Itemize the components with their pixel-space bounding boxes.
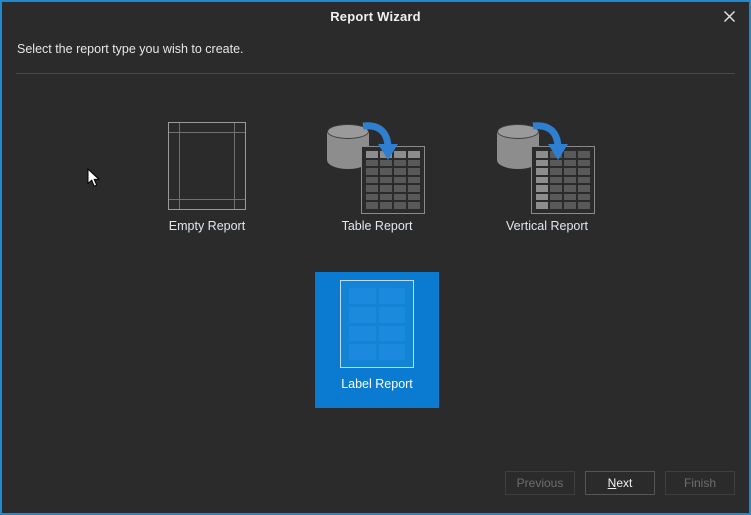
header-divider — [16, 73, 735, 74]
report-type-empty[interactable]: Empty Report — [145, 114, 269, 250]
report-type-vertical[interactable]: Vertical Report — [485, 114, 609, 250]
finish-button[interactable]: Finish — [665, 471, 735, 495]
database-to-vertical-table-icon — [485, 114, 609, 218]
report-type-label: Empty Report — [168, 219, 246, 233]
blank-page-icon — [145, 114, 269, 218]
data-flow-arrow-icon — [362, 122, 398, 160]
data-flow-arrow-icon — [532, 122, 568, 160]
report-type-label: Vertical Report — [506, 219, 588, 233]
report-type-label-report[interactable]: Label Report — [315, 272, 439, 408]
next-button-accel: N — [607, 476, 617, 490]
report-type-table[interactable]: Table Report — [315, 114, 439, 250]
close-icon[interactable] — [709, 2, 749, 30]
instruction-text: Select the report type you wish to creat… — [17, 42, 244, 56]
dialog-footer: Previous Next Finish — [505, 471, 735, 495]
finish-button-label: Finish — [683, 476, 716, 490]
title-bar: Report Wizard — [2, 2, 749, 30]
window-title: Report Wizard — [330, 8, 421, 24]
previous-button[interactable]: Previous — [505, 471, 575, 495]
next-button[interactable]: Next — [585, 471, 655, 495]
next-button-label: ext — [616, 476, 633, 490]
report-type-label: Label Report — [341, 377, 413, 391]
database-to-table-icon — [315, 114, 439, 218]
report-wizard-dialog: Report Wizard Select the report type you… — [0, 0, 751, 515]
label-sheet-icon — [315, 272, 439, 376]
previous-button-label: Previous — [516, 476, 564, 490]
report-type-label: Table Report — [341, 219, 413, 233]
report-type-list: Empty Report Table Report Vertical Repor… — [2, 92, 749, 432]
